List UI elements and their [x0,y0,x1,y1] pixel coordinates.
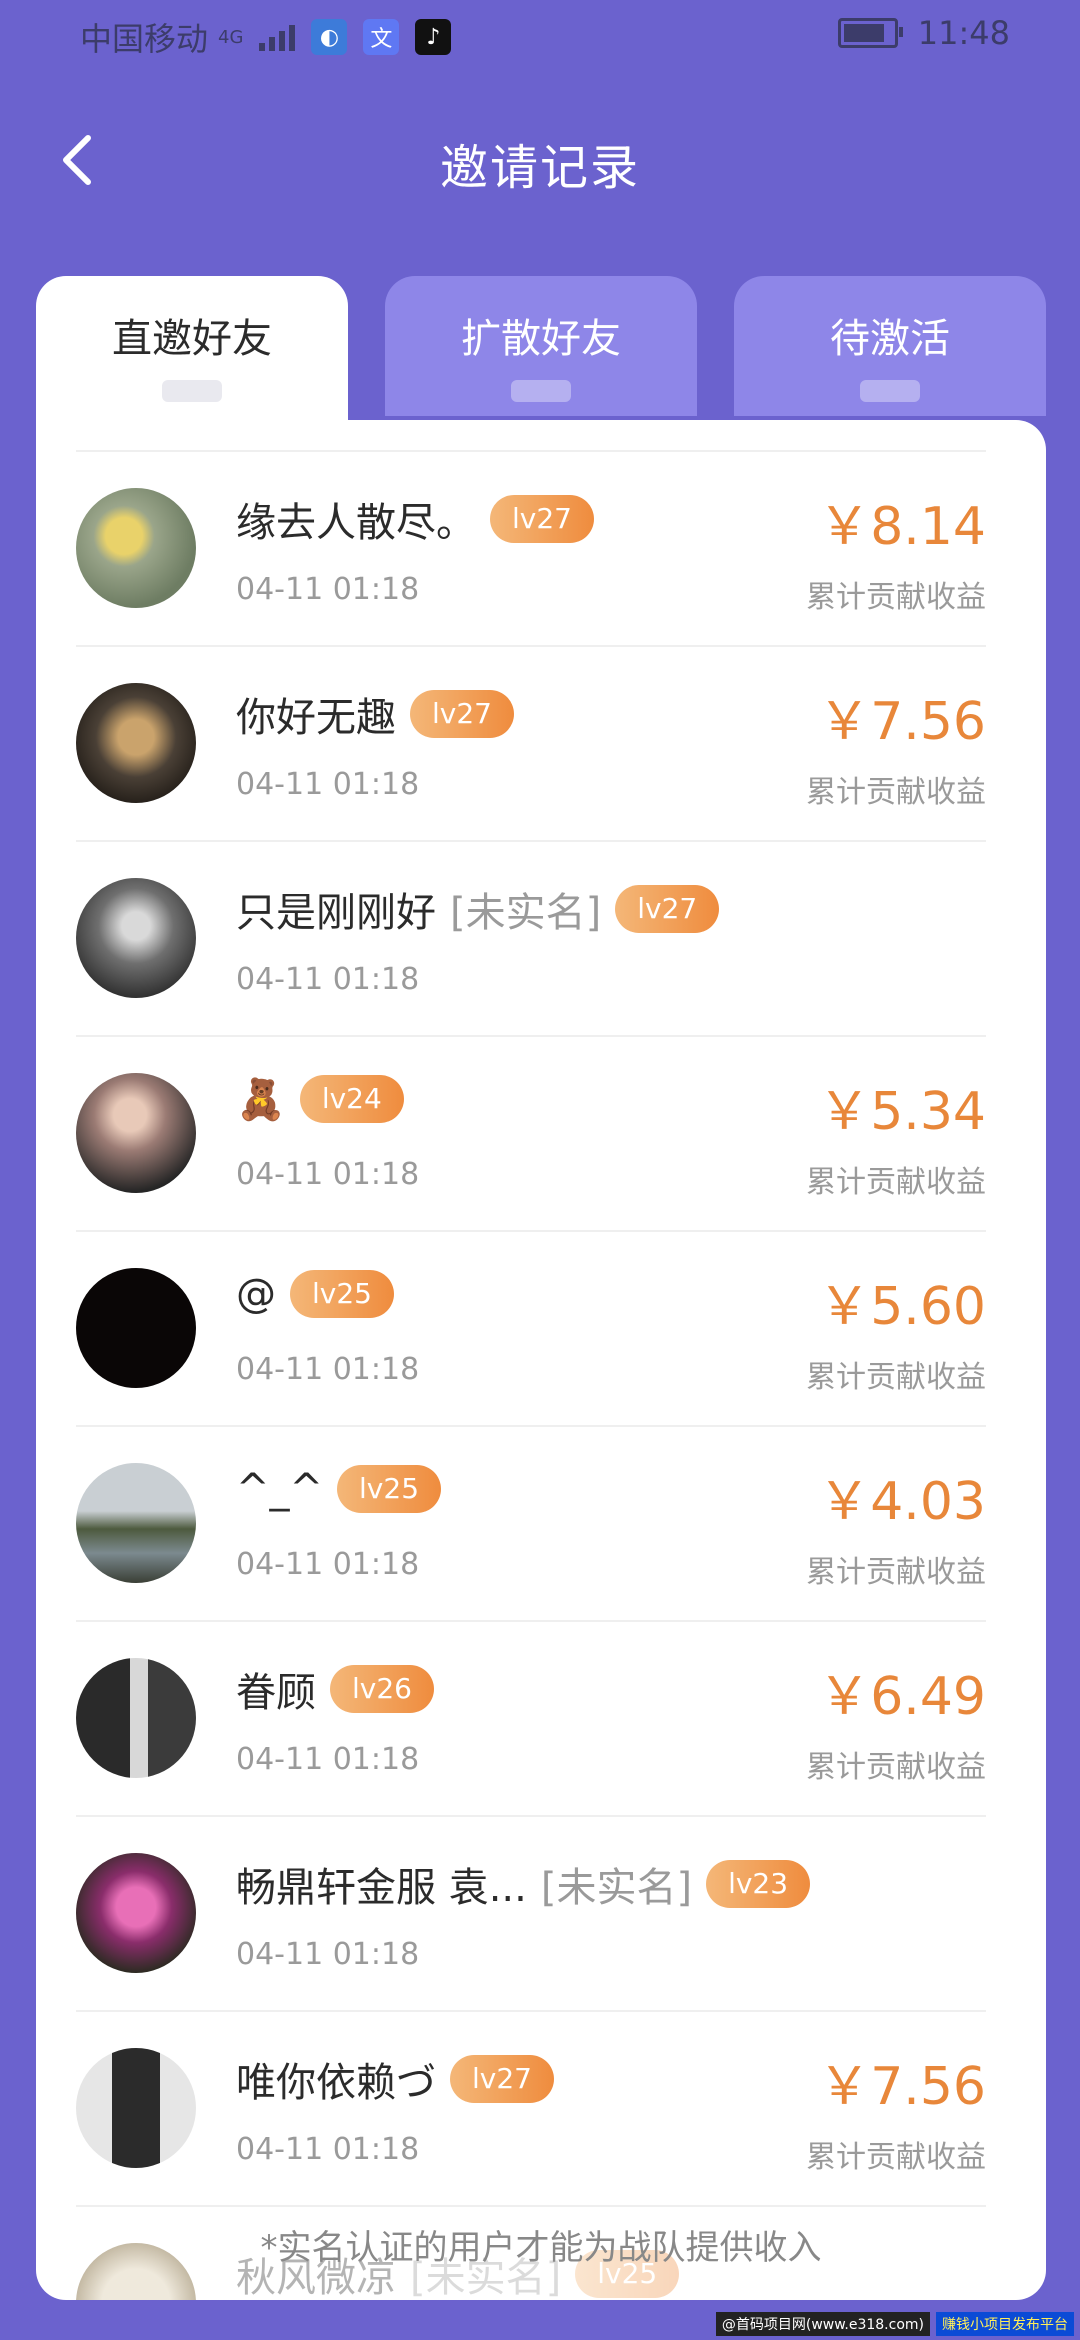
signal-icon [259,23,296,51]
nav-bar: 邀请记录 [0,110,1080,210]
name-row: @ lv25 [236,1270,394,1318]
tab-spread-friends[interactable]: 扩散好友 [385,276,697,416]
invite-time: 04-11 01:18 [236,572,420,607]
avatar [76,683,196,803]
status-left: 中国移动 4G ◐ 文 ♪ [80,14,452,60]
name-row: 缘去人散尽。 lv27 [236,490,594,548]
battery-icon [837,18,903,48]
app-icon-tiktok: ♪ [415,19,452,55]
unverified-tag: [未实名] [450,890,602,936]
list-item[interactable]: 畅鼎轩金服 袁... [未实名] lv23 04-11 01:18 [76,1815,986,2010]
invite-time: 04-11 01:18 [236,1937,420,1972]
clock: 11:48 [917,14,1010,52]
tab-bar: 直邀好友 扩散好友 待激活 [36,276,1046,426]
earnings-label: 累计贡献收益 [806,1165,986,1200]
network-label: 4G [218,26,244,48]
user-name: ^_^ [236,1466,324,1512]
watermark-slogan: 赚钱小项目发布平台 [936,2312,1074,2336]
avatar [76,2048,196,2168]
list-item[interactable]: 只是刚刚好 [未实名] lv27 04-11 01:18 [76,840,986,1035]
tab-label: 扩散好友 [461,316,621,362]
verification-note: *实名认证的用户才能为战队提供收入 [260,2228,822,2268]
name-row: ^_^ lv25 [236,1465,442,1513]
list-item[interactable]: @ lv25 04-11 01:18 ￥5.60 累计贡献收益 [76,1230,986,1425]
earnings-amount: ￥7.56 [818,2057,986,2117]
app-icon-q: ◐ [311,19,348,55]
earnings-label: 累计贡献收益 [806,1360,986,1395]
avatar [76,1268,196,1388]
page-title: 邀请记录 [439,140,640,196]
name-row: 眷顾 lv26 [236,1660,434,1718]
earnings-amount: ￥5.60 [818,1277,986,1337]
invite-time: 04-11 01:18 [236,1742,420,1777]
avatar [76,1658,196,1778]
list-item[interactable]: 缘去人散尽。 lv27 04-11 01:18 ￥8.14 累计贡献收益 [76,450,986,645]
status-bar: 中国移动 4G ◐ 文 ♪ 11:48 [0,0,1080,70]
earnings-label: 累计贡献收益 [806,580,986,615]
earnings-label: 累计贡献收益 [806,2140,986,2175]
invite-time: 04-11 01:18 [236,2132,420,2167]
list-item[interactable]: 🧸 lv24 04-11 01:18 ￥5.34 累计贡献收益 [76,1035,986,1230]
app-icon-translate: 文 [363,19,400,55]
unverified-tag: [未实名] [540,1865,693,1911]
list-item[interactable]: 眷顾 lv26 04-11 01:18 ￥6.49 累计贡献收益 [76,1620,986,1815]
user-name: 缘去人散尽。 [236,500,476,546]
user-name: 眷顾 [236,1670,316,1716]
name-row: 畅鼎轩金服 袁... [未实名] lv23 [236,1855,811,1913]
earnings-amount: ￥4.03 [818,1472,986,1532]
name-row: 只是刚刚好 [未实名] lv27 [236,880,720,938]
user-name: 唯你依赖づ [236,2060,436,2106]
invite-list-card: 缘去人散尽。 lv27 04-11 01:18 ￥8.14 累计贡献收益 你好无… [36,420,1046,2300]
name-row: 唯你依赖づ lv27 [236,2050,554,2108]
level-badge: lv24 [299,1075,404,1123]
earnings-label: 累计贡献收益 [806,775,986,810]
invite-time: 04-11 01:18 [236,1157,420,1192]
earnings-label: 累计贡献收益 [806,1750,986,1785]
watermark: @首码项目网(www.e318.com) 赚钱小项目发布平台 [715,2312,1074,2336]
tab-label: 直邀好友 [112,316,272,362]
invite-time: 04-11 01:18 [236,1547,420,1582]
invite-time: 04-11 01:18 [236,1352,420,1387]
user-name: 你好无趣 [236,695,396,741]
level-badge: lv27 [410,690,514,738]
avatar [76,1463,196,1583]
user-name: 畅鼎轩金服 袁... [236,1865,527,1911]
list-item[interactable]: 你好无趣 lv27 04-11 01:18 ￥7.56 累计贡献收益 [76,645,986,840]
level-badge: lv26 [330,1665,434,1713]
earnings-label: 累计贡献收益 [806,1555,986,1590]
level-badge: lv27 [450,2055,554,2103]
level-badge: lv27 [490,495,594,543]
name-row: 你好无趣 lv27 [236,685,514,743]
user-name: @ [236,1271,276,1317]
avatar [76,1073,196,1193]
list-item[interactable]: 唯你依赖づ lv27 04-11 01:18 ￥7.56 累计贡献收益 [76,2010,986,2205]
carrier-label: 中国移动 [80,20,209,58]
level-badge: lv23 [706,1860,811,1908]
tab-direct-invites[interactable]: 直邀好友 [36,276,348,426]
list-item[interactable]: ^_^ lv25 04-11 01:18 ￥4.03 累计贡献收益 [76,1425,986,1620]
invite-time: 04-11 01:18 [236,767,420,802]
invite-list[interactable]: 缘去人散尽。 lv27 04-11 01:18 ￥8.14 累计贡献收益 你好无… [36,450,1046,2300]
tab-count-redacted [162,380,222,402]
tab-count-redacted [511,380,571,402]
user-name: 只是刚刚好 [236,890,436,936]
status-right: 11:48 [837,14,1010,52]
watermark-site: @首码项目网(www.e318.com) [715,2312,930,2336]
user-name: 🧸 [236,1076,286,1123]
earnings-amount: ￥5.34 [818,1082,986,1142]
tab-label: 待激活 [830,316,950,362]
earnings-amount: ￥7.56 [818,692,986,752]
avatar [76,1853,196,1973]
level-badge: lv25 [290,1270,394,1318]
invite-time: 04-11 01:18 [236,962,420,997]
earnings-amount: ￥6.49 [818,1667,986,1727]
avatar [76,488,196,608]
earnings-amount: ￥8.14 [818,497,986,557]
avatar [76,878,196,998]
tab-pending[interactable]: 待激活 [734,276,1046,416]
level-badge: lv27 [615,885,720,933]
tab-count-redacted [860,380,920,402]
level-badge: lv25 [337,1465,442,1513]
name-row: 🧸 lv24 [236,1075,404,1123]
